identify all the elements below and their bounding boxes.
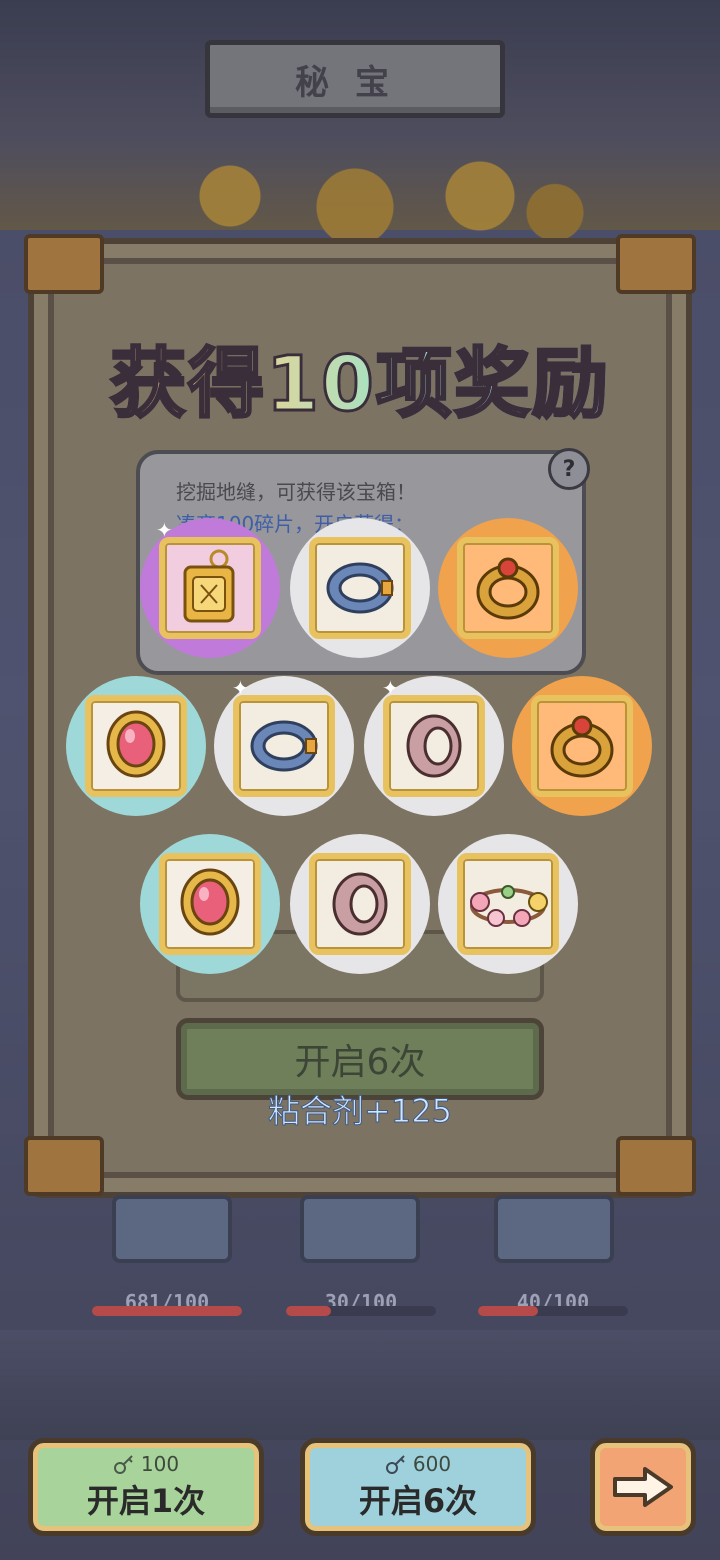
reward-item[interactable] [438,834,578,974]
button-label: 开启6次 [358,1482,478,1520]
faded-button-label: 开启6次 [294,1042,426,1083]
reward-card [457,537,559,639]
reward-item[interactable] [140,834,280,974]
reward-card [159,853,261,955]
reward-card [85,695,187,797]
reward-card [383,695,485,797]
chest-common[interactable] [112,1195,232,1263]
progress-fill [478,1306,538,1316]
button-label: 开启1次 [86,1482,206,1520]
blue-ring-icon [326,562,394,614]
progress-bar [286,1306,436,1316]
reward-item[interactable] [290,834,430,974]
amulet-icon [183,549,235,623]
reward-card [531,695,633,797]
reward-card [233,695,335,797]
seabed-decoration [0,1330,720,1440]
golden-ring-icon [476,557,540,620]
reward-headline: 获得10项奖励 [0,322,720,432]
key-icon [385,1455,405,1474]
blue-ring-icon [250,720,318,772]
pink-ring-icon [332,872,388,936]
cost-row: 100 [113,1452,179,1476]
cost-row: 600 [385,1452,451,1476]
panel-corner [24,234,104,294]
progress-bar [92,1306,242,1316]
reward-item[interactable] [290,518,430,658]
flower-crown-icon [470,885,548,927]
reward-item[interactable] [66,676,206,816]
sparkle-icon: ✦ [232,676,249,700]
cost-value: 100 [140,1452,180,1476]
reward-item[interactable] [512,676,652,816]
brooch-icon [180,868,240,936]
arrow-right-icon [613,1467,673,1507]
cost-value: 600 [412,1452,452,1476]
reward-card [309,853,411,955]
help-icon[interactable]: ? [548,448,590,490]
hint-text: 挖掘地缝，可获得该宝箱！ [176,480,416,504]
reward-caption: 粘合剂+125 [268,1092,453,1131]
panel-corner [616,234,696,294]
chest-rare[interactable] [300,1195,420,1263]
panel-corner [24,1136,104,1196]
open-six-button[interactable]: 600 开启6次 [300,1438,536,1536]
progress-fill [286,1306,331,1316]
sparkle-icon: ✦ [382,676,399,700]
brooch-icon [106,710,166,778]
golden-ring-icon [550,715,614,778]
open-once-button[interactable]: 100 开启1次 [28,1438,264,1536]
reward-card [159,537,261,639]
progress-fill [92,1306,242,1316]
next-button[interactable] [590,1438,696,1536]
chest-epic[interactable] [494,1195,614,1263]
panel-corner [616,1136,696,1196]
reward-card [457,853,559,955]
pink-ring-icon [406,714,462,778]
reward-item[interactable] [438,518,578,658]
key-icon [113,1455,133,1474]
sparkle-icon: ✦ [156,518,173,542]
reward-card [309,537,411,639]
progress-bar [478,1306,628,1316]
